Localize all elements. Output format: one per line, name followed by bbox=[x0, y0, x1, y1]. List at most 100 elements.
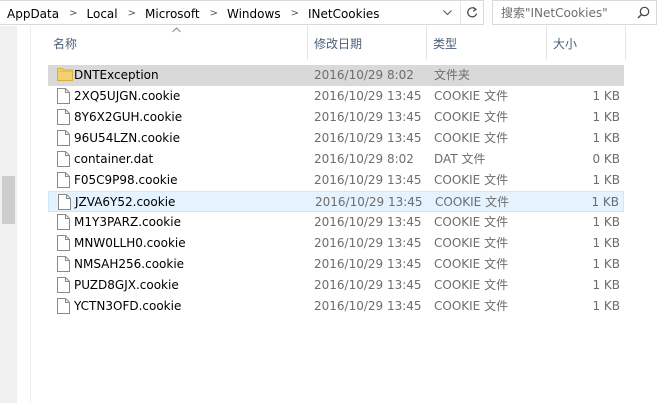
file-date-modified: 2016/10/29 8:02 bbox=[314, 152, 414, 166]
search-box bbox=[492, 0, 657, 25]
file-name: MNW0LLH0.cookie bbox=[74, 236, 186, 250]
file-size: 1 KB bbox=[592, 131, 620, 145]
list-item[interactable]: container.dat 2016/10/29 8:02 DAT 文件 0 KB bbox=[48, 149, 624, 170]
file-size: 1 KB bbox=[592, 89, 620, 103]
list-item[interactable]: PUZD8GJX.cookie 2016/10/29 13:45 COOKIE 文件… bbox=[48, 275, 624, 296]
list-item[interactable]: MNW0LLH0.cookie 2016/10/29 13:45 COOKIE 文件… bbox=[48, 233, 624, 254]
file-icon bbox=[57, 109, 71, 125]
address-history-dropdown[interactable] bbox=[438, 1, 456, 24]
file-name: 2XQ5UJGN.cookie bbox=[74, 89, 181, 103]
file-type: COOKIE 文件 bbox=[434, 89, 509, 103]
column-date-label: 修改日期 bbox=[314, 36, 363, 51]
file-date-modified: 2016/10/29 13:45 bbox=[314, 299, 422, 313]
file-name: JZVA6Y52.cookie bbox=[75, 195, 176, 209]
file-type: 文件夹 bbox=[434, 68, 471, 82]
file-type: COOKIE 文件 bbox=[434, 236, 509, 250]
file-date-modified: 2016/10/29 13:45 bbox=[314, 110, 422, 124]
breadcrumb-separator[interactable]: > bbox=[282, 8, 307, 19]
file-icon bbox=[57, 256, 71, 272]
file-type: DAT 文件 bbox=[434, 152, 486, 166]
column-date-modified[interactable]: 修改日期 bbox=[314, 26, 362, 60]
list-item[interactable]: M1Y3PARZ.cookie 2016/10/29 13:45 COOKIE 文件… bbox=[48, 212, 624, 233]
file-name: DNTException bbox=[74, 68, 159, 82]
breadcrumb-item-local[interactable]: Local bbox=[86, 7, 119, 21]
list-item[interactable]: JZVA6Y52.cookie 2016/10/29 13:45 COOKIE 文件… bbox=[48, 191, 624, 212]
list-item[interactable]: DNTException 2016/10/29 8:02 文件夹 bbox=[48, 65, 624, 86]
file-icon bbox=[58, 194, 72, 210]
column-name[interactable]: 名称 bbox=[53, 26, 77, 60]
file-name: YCTN3OFD.cookie bbox=[74, 299, 182, 313]
file-type: COOKIE 文件 bbox=[434, 215, 509, 229]
file-size: 1 KB bbox=[592, 173, 620, 187]
breadcrumb-item-windows[interactable]: Windows bbox=[226, 7, 282, 21]
column-size-label: 大小 bbox=[553, 36, 578, 51]
breadcrumb-item-appdata[interactable]: AppData bbox=[6, 7, 60, 21]
refresh-icon bbox=[467, 6, 478, 18]
file-type: COOKIE 文件 bbox=[434, 278, 509, 292]
file-icon bbox=[57, 298, 71, 314]
file-name: 96U54LZN.cookie bbox=[74, 131, 180, 145]
search-input[interactable] bbox=[493, 1, 641, 24]
list-item[interactable]: 2XQ5UJGN.cookie 2016/10/29 13:45 COOKIE 文件… bbox=[48, 86, 624, 107]
file-name: F05C9P98.cookie bbox=[74, 173, 178, 187]
breadcrumb-separator[interactable]: > bbox=[60, 8, 85, 19]
file-icon bbox=[57, 235, 71, 251]
file-name: 8Y6X2GUH.cookie bbox=[74, 110, 183, 124]
column-name-label: 名称 bbox=[53, 36, 78, 51]
file-size: 1 KB bbox=[592, 299, 620, 313]
file-date-modified: 2016/10/29 13:45 bbox=[314, 257, 422, 271]
file-icon bbox=[57, 88, 71, 104]
pane-divider[interactable] bbox=[30, 26, 31, 403]
column-divider[interactable] bbox=[307, 26, 308, 60]
column-divider[interactable] bbox=[426, 26, 427, 60]
file-date-modified: 2016/10/29 13:45 bbox=[314, 236, 422, 250]
file-icon bbox=[57, 130, 71, 146]
file-date-modified: 2016/10/29 13:45 bbox=[314, 89, 422, 103]
column-divider[interactable] bbox=[546, 26, 547, 60]
file-type: COOKIE 文件 bbox=[434, 257, 509, 271]
column-type-label: 类型 bbox=[433, 36, 458, 51]
file-icon bbox=[57, 214, 71, 230]
list-item[interactable]: NMSAH256.cookie 2016/10/29 13:45 COOKIE 文件… bbox=[48, 254, 624, 275]
search-icon[interactable] bbox=[637, 6, 650, 19]
file-date-modified: 2016/10/29 8:02 bbox=[314, 68, 414, 82]
file-size: 1 KB bbox=[591, 195, 619, 209]
file-type: COOKIE 文件 bbox=[435, 195, 510, 209]
file-name: M1Y3PARZ.cookie bbox=[74, 215, 181, 229]
refresh-button[interactable] bbox=[460, 1, 483, 24]
column-divider[interactable] bbox=[625, 26, 626, 60]
file-size: 1 KB bbox=[592, 257, 620, 271]
breadcrumb-item-microsoft[interactable]: Microsoft bbox=[144, 7, 201, 21]
file-type: COOKIE 文件 bbox=[434, 299, 509, 313]
file-name: NMSAH256.cookie bbox=[74, 257, 185, 271]
address-bar[interactable]: AppData > Local > Microsoft > Windows > … bbox=[0, 0, 484, 25]
column-header: 名称 修改日期 类型 大小 bbox=[41, 26, 631, 60]
list-item[interactable]: F05C9P98.cookie 2016/10/29 13:45 COOKIE 文件… bbox=[48, 170, 624, 191]
file-type: COOKIE 文件 bbox=[434, 110, 509, 124]
breadcrumb-separator[interactable]: > bbox=[119, 8, 144, 19]
list-item[interactable]: 8Y6X2GUH.cookie 2016/10/29 13:45 COOKIE 文件… bbox=[48, 107, 624, 128]
navigation-scrollbar-thumb[interactable] bbox=[2, 176, 15, 224]
chevron-down-icon bbox=[442, 9, 452, 15]
file-size: 0 KB bbox=[592, 152, 620, 166]
file-name: PUZD8GJX.cookie bbox=[74, 278, 179, 292]
file-size: 1 KB bbox=[592, 278, 620, 292]
column-size[interactable]: 大小 bbox=[553, 26, 577, 60]
navigation-scrollbar[interactable] bbox=[0, 26, 17, 403]
breadcrumb-separator[interactable]: > bbox=[201, 8, 226, 19]
file-type: COOKIE 文件 bbox=[434, 131, 509, 145]
list-item[interactable]: 96U54LZN.cookie 2016/10/29 13:45 COOKIE 文件… bbox=[48, 128, 624, 149]
sort-ascending-icon bbox=[172, 27, 181, 33]
file-date-modified: 2016/10/29 13:45 bbox=[314, 215, 422, 229]
file-icon bbox=[57, 151, 71, 167]
file-size: 1 KB bbox=[592, 110, 620, 124]
file-date-modified: 2016/10/29 13:45 bbox=[314, 278, 422, 292]
breadcrumb-item-inetcookies[interactable]: INetCookies bbox=[307, 7, 381, 21]
file-size: 1 KB bbox=[592, 236, 620, 250]
file-icon bbox=[57, 172, 71, 188]
list-item[interactable]: YCTN3OFD.cookie 2016/10/29 13:45 COOKIE 文件… bbox=[48, 296, 624, 317]
column-type[interactable]: 类型 bbox=[433, 26, 457, 60]
file-type: COOKIE 文件 bbox=[434, 173, 509, 187]
breadcrumb: AppData > Local > Microsoft > Windows > … bbox=[6, 5, 381, 22]
file-date-modified: 2016/10/29 13:45 bbox=[315, 195, 423, 209]
